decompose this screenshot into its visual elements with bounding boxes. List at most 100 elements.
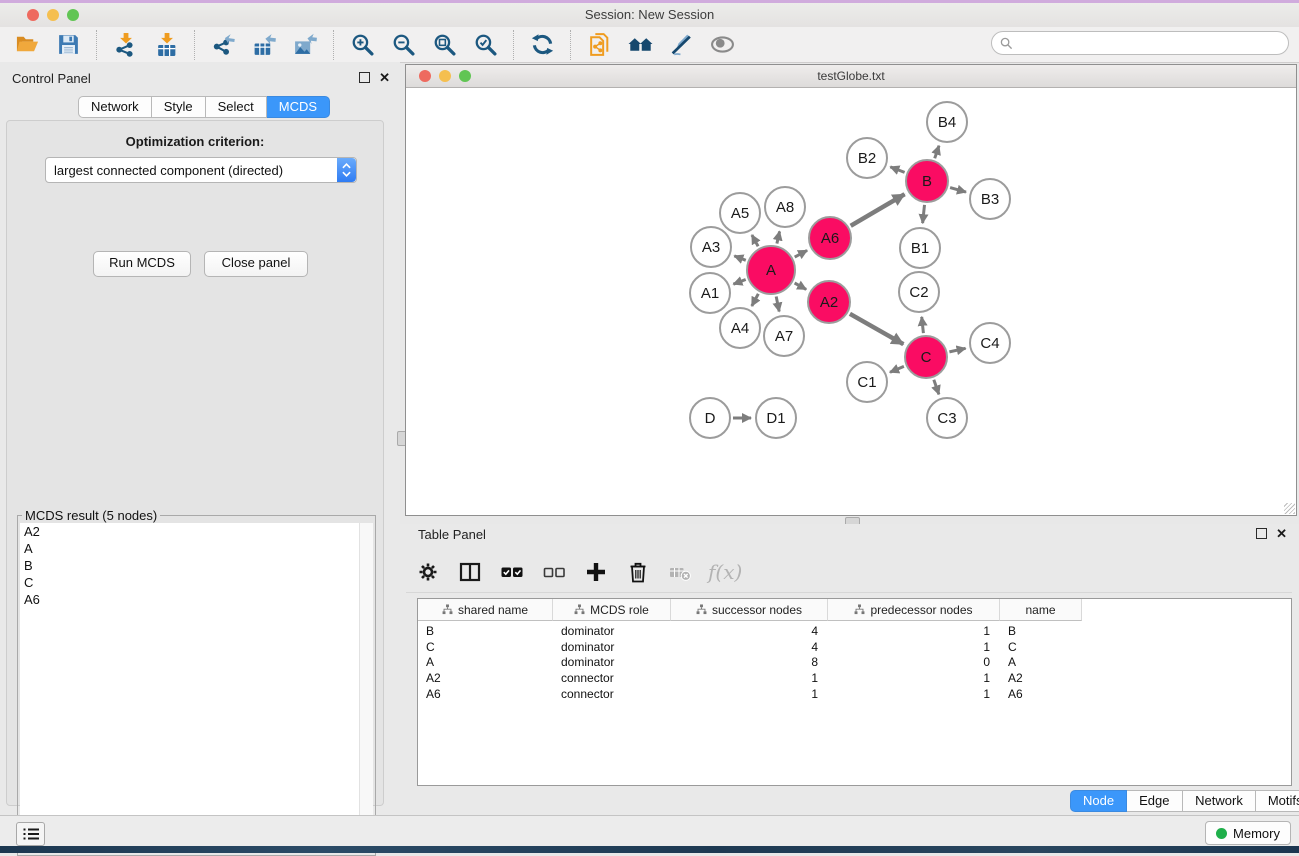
- node-label-C4: C4: [980, 335, 999, 352]
- zoom-in-icon[interactable]: [349, 31, 376, 58]
- mcds-result-list[interactable]: A2ABCA6: [20, 523, 360, 853]
- toolbar-divider: [406, 592, 1292, 593]
- result-list-item[interactable]: A2: [20, 523, 360, 540]
- import-table-icon[interactable]: [153, 31, 180, 58]
- edge-A-A7[interactable]: [776, 297, 779, 312]
- node-label-D1: D1: [766, 410, 785, 427]
- zoom-fit-icon[interactable]: [431, 31, 458, 58]
- edge-B-B1[interactable]: [923, 205, 925, 223]
- export-table-icon[interactable]: [251, 31, 278, 58]
- tab-node-table[interactable]: Node Table: [1070, 790, 1127, 812]
- toolbar-group: [196, 31, 333, 58]
- cell-successor-nodes: 1: [671, 686, 828, 702]
- cell-MCDS-role: dominator: [553, 654, 671, 670]
- zoom-selected-icon[interactable]: [472, 31, 499, 58]
- split-panel-icon[interactable]: [456, 559, 483, 586]
- deselect-all-rows-icon[interactable]: [540, 559, 567, 586]
- edge-A-A8[interactable]: [777, 231, 780, 243]
- column-header-shared-name[interactable]: shared name: [418, 599, 553, 621]
- edge-A-A6[interactable]: [795, 250, 807, 257]
- cell-predecessor-nodes: 0: [828, 654, 1000, 670]
- search-input[interactable]: [1017, 33, 1288, 53]
- close-panel-icon[interactable]: ✕: [379, 72, 390, 83]
- tab-style[interactable]: Style: [152, 96, 206, 118]
- window-resize-handle[interactable]: [1284, 503, 1295, 514]
- result-list-item[interactable]: A6: [20, 591, 360, 608]
- edge-C-C4[interactable]: [949, 348, 965, 352]
- column-header-successor-nodes[interactable]: successor nodes: [671, 599, 828, 621]
- close-panel-button[interactable]: Close panel: [204, 251, 308, 277]
- edge-A-A5[interactable]: [752, 235, 758, 246]
- zoom-out-icon[interactable]: [390, 31, 417, 58]
- import-network-icon[interactable]: [112, 31, 139, 58]
- open-file-icon[interactable]: [14, 31, 41, 58]
- result-list-item[interactable]: B: [20, 557, 360, 574]
- tab-motifs[interactable]: Motifs: [1256, 790, 1299, 812]
- session-title: Session: New Session: [0, 7, 1299, 22]
- table-settings-icon[interactable]: [414, 559, 441, 586]
- float-panel-icon[interactable]: [359, 72, 370, 83]
- column-header-name[interactable]: name: [1000, 599, 1082, 621]
- float-table-panel-icon[interactable]: [1256, 528, 1267, 539]
- node-label-A7: A7: [775, 328, 793, 345]
- save-session-icon[interactable]: [55, 31, 82, 58]
- optimization-criterion-select[interactable]: largest connected component (directed): [45, 157, 357, 183]
- table-panel-title: Table Panel: [418, 527, 486, 542]
- tab-network-table[interactable]: Network Table: [1183, 790, 1256, 812]
- status-bar: Memory: [0, 815, 1299, 847]
- tab-select[interactable]: Select: [206, 96, 267, 118]
- edge-B-B4[interactable]: [935, 146, 939, 159]
- edge-C-C3[interactable]: [934, 380, 939, 395]
- edge-B-B2[interactable]: [890, 167, 904, 173]
- delete-columns-icon[interactable]: [624, 559, 651, 586]
- show-all-icon[interactable]: [627, 31, 654, 58]
- memory-button[interactable]: Memory: [1205, 821, 1291, 845]
- add-column-icon[interactable]: [582, 559, 609, 586]
- node-table[interactable]: shared nameMCDS rolesuccessor nodesprede…: [417, 598, 1292, 786]
- select-all-rows-icon[interactable]: [498, 559, 525, 586]
- column-header-filler: [1082, 599, 1291, 621]
- export-network-icon[interactable]: [210, 31, 237, 58]
- cell-predecessor-nodes: 1: [828, 623, 1000, 639]
- cell-shared-name: A: [418, 654, 553, 670]
- clone-network-icon[interactable]: [586, 31, 613, 58]
- edge-C-C1[interactable]: [890, 366, 904, 372]
- edge-A-A2[interactable]: [795, 283, 807, 289]
- edge-B-B3[interactable]: [950, 188, 966, 193]
- result-list-item[interactable]: C: [20, 574, 360, 591]
- refresh-layout-icon[interactable]: [529, 31, 556, 58]
- column-header-predecessor-nodes[interactable]: predecessor nodes: [828, 599, 1000, 621]
- edge-C-C2[interactable]: [922, 317, 924, 333]
- optimization-criterion-value: largest connected component (directed): [46, 163, 337, 178]
- control-panel-tabs: NetworkStyleSelectMCDS: [78, 96, 330, 118]
- run-mcds-button[interactable]: Run MCDS: [93, 251, 191, 277]
- edge-A6-B[interactable]: [851, 194, 905, 226]
- task-history-button[interactable]: [16, 822, 45, 846]
- table-row[interactable]: Cdominator41C: [418, 639, 1082, 655]
- edge-A2-C[interactable]: [850, 314, 904, 344]
- search-box[interactable]: [991, 31, 1289, 55]
- network-graph-canvas[interactable]: AA1A2A3A4A5A6A7A8BB1B2B3B4CC1C2C3C4DD1: [406, 88, 1296, 515]
- result-list-item[interactable]: A: [20, 540, 360, 557]
- table-row[interactable]: A6connector11A6: [418, 686, 1082, 702]
- memory-label: Memory: [1233, 826, 1280, 841]
- node-label-A2: A2: [820, 294, 838, 311]
- show-graphics-details-icon[interactable]: [709, 31, 736, 58]
- result-scrollbar[interactable]: [359, 523, 373, 853]
- node-label-A4: A4: [731, 320, 749, 337]
- table-row[interactable]: A2connector11A2: [418, 670, 1082, 686]
- table-row[interactable]: Bdominator41B: [418, 623, 1082, 639]
- table-row[interactable]: Adominator80A: [418, 654, 1082, 670]
- close-table-panel-icon[interactable]: ✕: [1276, 528, 1287, 539]
- tab-edge-table[interactable]: Edge Table: [1127, 790, 1183, 812]
- node-label-A5: A5: [731, 205, 749, 222]
- tab-mcds[interactable]: MCDS: [267, 96, 330, 118]
- tab-network[interactable]: Network: [78, 96, 152, 118]
- edge-A-A3[interactable]: [734, 256, 746, 260]
- edge-A-A4[interactable]: [752, 294, 759, 306]
- export-image-icon[interactable]: [292, 31, 319, 58]
- node-label-B1: B1: [911, 240, 929, 257]
- hide-labels-icon[interactable]: [668, 31, 695, 58]
- edge-A-A1[interactable]: [733, 280, 745, 285]
- column-header-MCDS-role[interactable]: MCDS role: [553, 599, 671, 621]
